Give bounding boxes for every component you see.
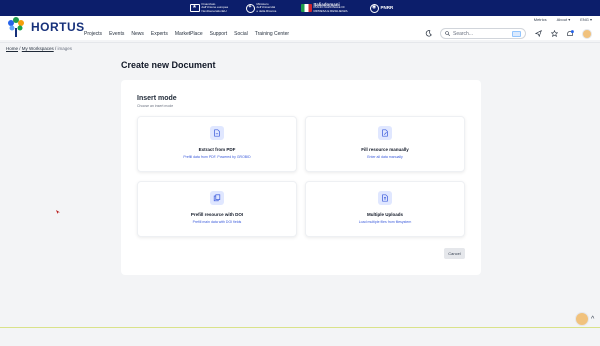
option-desc: Enter all data manually bbox=[367, 155, 403, 159]
breadcrumb-current: images bbox=[57, 46, 72, 51]
tree-logo-icon bbox=[8, 17, 24, 37]
notification-bell-icon[interactable] bbox=[566, 29, 574, 38]
option-fill-manually[interactable]: Fill resource manually Enter all data ma… bbox=[305, 116, 465, 172]
option-multiple-uploads[interactable]: Multiple Uploads Load multiple files fro… bbox=[305, 181, 465, 237]
dark-mode-icon[interactable] bbox=[424, 30, 432, 38]
pnrr-logo: ◉ PNRR bbox=[369, 3, 411, 13]
keyboard-shortcut-icon bbox=[512, 30, 521, 37]
section-subtitle: Choose an insert mode bbox=[137, 104, 174, 108]
breadcrumb: Home / My Workspaces / images bbox=[6, 46, 72, 51]
about-menu[interactable]: About ▾ bbox=[557, 17, 571, 22]
assistant-avatar[interactable] bbox=[575, 312, 589, 326]
breadcrumb-workspaces[interactable]: My Workspaces bbox=[22, 46, 54, 51]
header-tools: Search... bbox=[424, 28, 592, 39]
scroll-top-icon[interactable]: ^ bbox=[591, 316, 594, 323]
footer-divider bbox=[0, 327, 600, 328]
nav-training-center[interactable]: Training Center bbox=[255, 31, 289, 37]
hortus-logo[interactable]: HORTUS bbox=[4, 15, 85, 39]
nav-projects[interactable]: Projects bbox=[84, 31, 102, 37]
eu-flag-icon: ★ bbox=[189, 4, 200, 12]
main-nav: Projects Events News Experts MarketPlace… bbox=[84, 31, 289, 37]
search-placeholder: Search... bbox=[453, 30, 474, 37]
star-icon[interactable] bbox=[550, 30, 558, 38]
insert-mode-card: Insert mode Choose an insert mode Extrac… bbox=[121, 80, 481, 275]
nav-social[interactable]: Social bbox=[234, 31, 248, 37]
utility-links: Metrics About ▾ ENG ▾ bbox=[534, 17, 592, 22]
option-label: Prefill resource with DOI bbox=[190, 212, 244, 217]
nav-experts[interactable]: Experts bbox=[151, 31, 168, 37]
option-label: Extract from PDF bbox=[198, 147, 236, 152]
funding-banner: ★ Finanziato dall'Unione europea NextGener… bbox=[0, 0, 600, 16]
option-extract-pdf[interactable]: Extract from PDF Prefill data from PDF. … bbox=[137, 116, 297, 172]
language-select[interactable]: ENG ▾ bbox=[580, 17, 592, 22]
header-divider bbox=[0, 42, 600, 43]
upload-file-icon bbox=[378, 191, 392, 205]
user-avatar[interactable] bbox=[582, 28, 592, 39]
italy-flag-icon bbox=[300, 4, 312, 12]
breadcrumb-home[interactable]: Home bbox=[6, 46, 18, 51]
cancel-button[interactable]: Cancel bbox=[444, 248, 465, 259]
send-icon[interactable] bbox=[534, 30, 542, 38]
nav-events[interactable]: Events bbox=[109, 31, 124, 37]
pdf-file-icon bbox=[210, 126, 224, 140]
mouse-cursor-icon bbox=[56, 210, 60, 214]
copy-doc-icon bbox=[210, 191, 224, 205]
option-desc: Load multiple files from filesystem bbox=[358, 220, 412, 224]
option-label: Multiple Uploads bbox=[367, 212, 403, 217]
ministero-logo: ✦ Ministero dell'Università e della Ricerc… bbox=[245, 2, 287, 14]
search-icon bbox=[445, 31, 450, 36]
page-title: Create new Document bbox=[121, 60, 216, 70]
option-desc: Prefill main data with DOI fields bbox=[192, 220, 242, 224]
edit-file-icon bbox=[378, 126, 392, 140]
section-title: Insert mode bbox=[137, 95, 177, 102]
option-prefill-doi[interactable]: Prefill resource with DOI Prefill main d… bbox=[137, 181, 297, 237]
option-label: Fill resource manually bbox=[361, 147, 409, 152]
pnrr-icon: ◉ bbox=[369, 3, 379, 13]
eu-logo: ★ Finanziato dall'Unione europea NextGener… bbox=[189, 2, 232, 14]
emblem-icon: ✦ bbox=[245, 3, 255, 13]
nav-marketplace[interactable]: MarketPlace bbox=[175, 31, 203, 37]
nav-news[interactable]: News bbox=[131, 31, 144, 37]
search-input[interactable]: Search... bbox=[440, 28, 526, 39]
nav-support[interactable]: Support bbox=[210, 31, 228, 37]
brand-name: HORTUS bbox=[31, 20, 85, 34]
italiadomani-logo: Italiadomani PIANO NAZIONALE DI RIPRESA E… bbox=[300, 2, 356, 14]
metrics-link[interactable]: Metrics bbox=[534, 17, 547, 22]
option-desc: Prefill data from PDF. Powered by GROBID bbox=[183, 155, 251, 159]
